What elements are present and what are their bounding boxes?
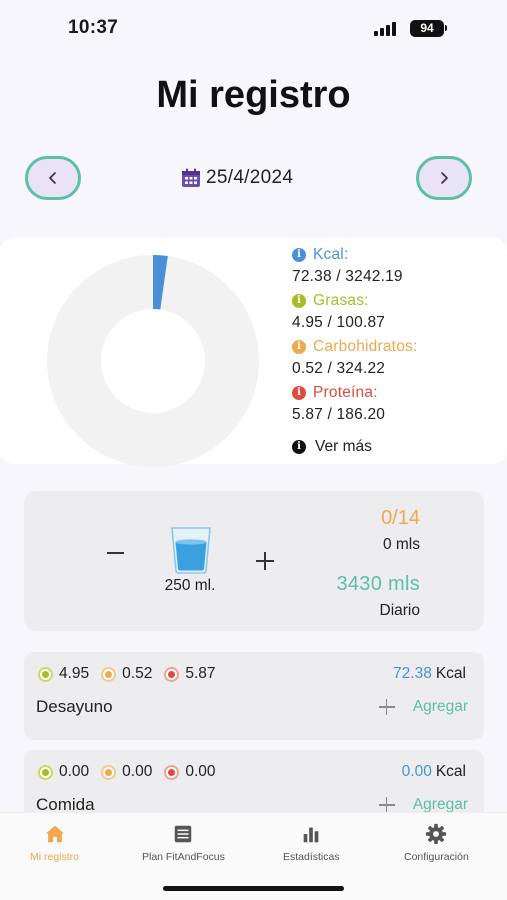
meal-kcal: 72.38 Kcal (393, 664, 466, 684)
macro-legend: i Kcal: 72.38 / 3242.19 i Grasas: 4.95 / 1… (292, 244, 497, 458)
carbs-dot-icon (101, 764, 117, 780)
meal-grasas: 4.95 (59, 665, 90, 682)
stats-icon (303, 827, 319, 843)
meal-carbs: 0.00 (122, 763, 153, 780)
next-day-button[interactable] (416, 156, 472, 200)
water-tracker-card: 250 ml. 0/14 0 mls 3430 mls Diario (24, 491, 484, 631)
chevron-left-icon (49, 172, 56, 184)
legend-carbohidratos: i Carbohidratos: 0.52 / 324.22 (292, 336, 497, 382)
home-indicator (163, 886, 344, 891)
current-date: 25/4/2024 (206, 167, 294, 188)
water-period: Diario (379, 602, 420, 619)
signal-icon (374, 22, 398, 36)
info-icon[interactable]: i (292, 386, 306, 400)
battery-cap (445, 25, 447, 31)
meal-card-desayuno: 4.95 0.52 5.87 72.38 Kcal Desayuno Agrega… (24, 652, 484, 740)
ver-mas-link[interactable]: i Ver más (292, 436, 497, 458)
meal-macros: 0.00 0.00 0.00 (38, 762, 228, 782)
meal-name: Desayuno (36, 697, 113, 716)
date-selector[interactable]: 25/4/2024 (180, 166, 293, 190)
meal-kcal-value: 0.00 (401, 763, 432, 780)
carbs-dot-icon (101, 666, 117, 682)
tab-label: Configuración (404, 851, 469, 863)
meal-grasas: 0.00 (59, 763, 90, 780)
legend-proteina: i Proteína: 5.87 / 186.20 (292, 382, 497, 428)
ver-mas-label: Ver más (315, 438, 372, 455)
add-food-label: Agregar (412, 698, 468, 715)
info-icon[interactable]: i (292, 340, 306, 354)
prev-day-button[interactable] (25, 156, 81, 200)
grasas-value: 4.95 / 100.87 (292, 314, 386, 331)
kcal-label: Kcal: (313, 246, 349, 263)
meal-kcal-value: 72.38 (393, 665, 432, 682)
carbohidratos-value: 0.52 / 324.22 (292, 360, 386, 377)
battery-icon: 94 (410, 20, 444, 37)
status-bar: 10:37 94 (0, 0, 507, 56)
battery-level: 94 (420, 21, 434, 35)
info-icon[interactable]: i (292, 294, 306, 308)
tab-configuracion[interactable]: Configuración (404, 823, 469, 863)
plus-icon (378, 797, 395, 813)
grasas-dot-icon (38, 764, 53, 780)
meal-proteina: 0.00 (185, 763, 216, 780)
tab-label: Mi registro (30, 851, 80, 863)
page-title: Mi registro (156, 74, 351, 116)
carbohidratos-label: Carbohidratos: (313, 338, 418, 355)
add-food-button[interactable]: Agregar (378, 698, 468, 716)
macro-summary-card: i Kcal: 72.38 / 3242.19 i Grasas: 4.95 / 1… (0, 238, 507, 467)
calendar-icon (182, 168, 200, 187)
info-icon: i (292, 440, 306, 454)
grasas-label: Grasas: (313, 292, 369, 309)
status-time: 10:37 (68, 17, 119, 38)
legend-grasas: i Grasas: 4.95 / 100.87 (292, 290, 497, 336)
meal-kcal-unit: Kcal (435, 763, 466, 780)
gear-icon (426, 823, 447, 845)
tab-plan[interactable]: Plan FitAndFocus (142, 823, 225, 863)
meal-kcal-unit: Kcal (435, 665, 466, 682)
water-glass-icon (171, 527, 211, 574)
plus-icon (378, 699, 395, 715)
proteina-dot-icon (164, 764, 180, 780)
kcal-value: 72.38 / 3242.19 (292, 268, 403, 285)
water-increase-button[interactable] (255, 551, 275, 571)
chevron-right-icon (441, 172, 448, 184)
meal-carbs: 0.52 (122, 665, 153, 682)
meal-proteina: 5.87 (185, 665, 216, 682)
water-consumed: 0 mls (382, 536, 420, 553)
tab-label: Estadísticas (283, 851, 340, 863)
home-icon (45, 825, 64, 843)
tab-mi-registro[interactable]: Mi registro (30, 823, 79, 863)
tab-label: Plan FitAndFocus (142, 851, 225, 863)
proteina-label: Proteína: (313, 384, 378, 401)
glass-size-label: 250 ml. (164, 577, 216, 594)
legend-kcal: i Kcal: 72.38 / 3242.19 (292, 244, 497, 290)
calorie-donut-chart (47, 255, 259, 467)
water-decrease-button[interactable] (106, 543, 126, 563)
tab-estadisticas[interactable]: Estadísticas (283, 823, 340, 863)
proteina-dot-icon (164, 666, 180, 682)
glass-count: 0/14 (381, 507, 420, 529)
proteina-value: 5.87 / 186.20 (292, 406, 386, 423)
info-icon[interactable]: i (292, 248, 306, 262)
water-goal: 3430 mls (336, 573, 420, 595)
meal-kcal: 0.00 Kcal (402, 762, 466, 782)
plan-icon (175, 825, 192, 843)
meal-macros: 4.95 0.52 5.87 (38, 664, 228, 684)
grasas-dot-icon (38, 666, 53, 682)
